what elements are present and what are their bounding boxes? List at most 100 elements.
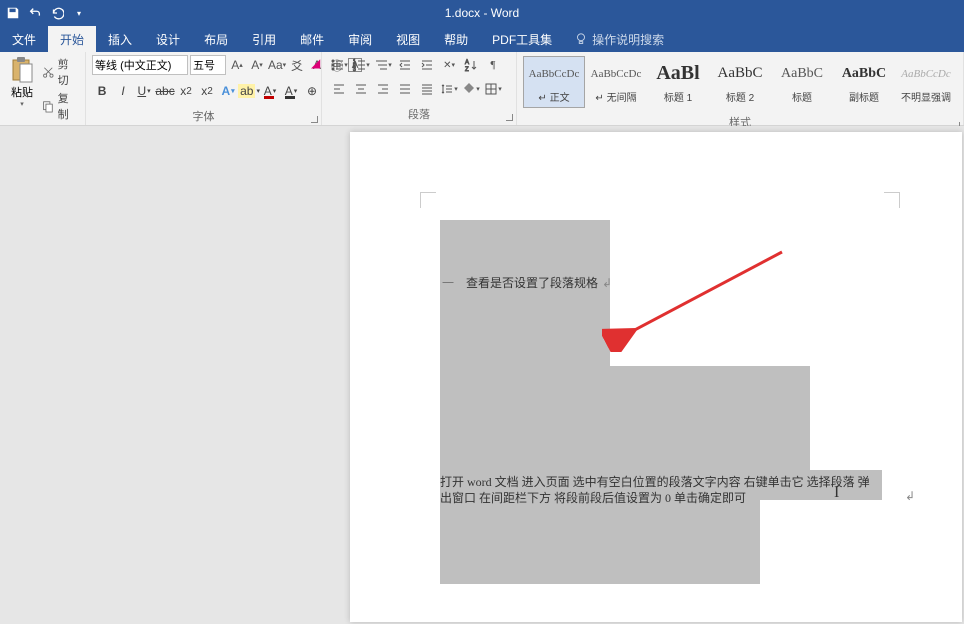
copy-button[interactable]: 复制 [42, 90, 79, 122]
enclose-char-button[interactable]: ⊕ [302, 80, 322, 102]
bold-button[interactable]: B [92, 80, 112, 102]
highlight-button[interactable]: ab▾ [239, 80, 259, 102]
tell-me-search[interactable]: 操作说明搜索 [564, 26, 664, 52]
group-styles: AaBbCcDc ↵ 正文 AaBbCcDc ↵ 无间隔 AaBl 标题 1 AaBbC 标题… [517, 52, 964, 125]
window-title: 1.docx - Word [445, 6, 519, 20]
page[interactable]: 一 查看是否设置了段落规格↲ 打开 word 文档 进入页面 选中有空白位置的段… [350, 132, 962, 622]
font-name-select[interactable] [92, 55, 188, 75]
shading-button[interactable]: ▾ [460, 79, 482, 99]
phonetic-guide-button[interactable]: 爻 [288, 55, 306, 75]
superscript-button[interactable]: x2 [197, 80, 217, 102]
indent-increase-button[interactable] [416, 55, 438, 75]
subscript-button[interactable]: x2 [176, 80, 196, 102]
style-0[interactable]: AaBbCcDc ↵ 正文 [523, 56, 585, 108]
font-color-button[interactable]: A▾ [260, 80, 280, 102]
doc-line: 查看是否设置了段落规格↲ [466, 274, 612, 291]
align-left-button[interactable] [328, 79, 350, 99]
style-label: 标题 2 [726, 89, 754, 104]
cut-button[interactable]: 剪切 [42, 56, 79, 88]
align-distribute-button[interactable] [416, 79, 438, 99]
align-justify-button[interactable] [394, 79, 416, 99]
ribbon: 粘贴 ▾ 剪切 复制 格式刷 剪贴板 A▴ A▾ Aa▾ 爻 A◢ ㊥ A [0, 52, 964, 126]
svg-text:A: A [465, 60, 469, 66]
style-1[interactable]: AaBbCcDc ↵ 无间隔 [585, 56, 647, 108]
style-preview: AaBbC [842, 61, 886, 87]
scissors-icon [42, 66, 55, 79]
style-6[interactable]: AaBbCcDc 不明显强调 [895, 56, 957, 108]
document-area[interactable]: 一 查看是否设置了段落规格↲ 打开 word 文档 进入页面 选中有空白位置的段… [0, 126, 964, 624]
style-label: ↵ 正文 [538, 89, 569, 104]
text-cursor-icon: I [834, 484, 839, 502]
style-preview: AaBbCcDc [591, 61, 642, 87]
align-right-button[interactable] [372, 79, 394, 99]
char-shading-button[interactable]: A▾ [281, 80, 301, 102]
doc-line: 打开 word 文档 进入页面 选中有空白位置的段落文字内容 右键单击它 选择段… [440, 473, 870, 490]
indent-decrease-button[interactable] [394, 55, 416, 75]
ribbon-tabs: 文件 开始 插入 设计 布局 引用 邮件 审阅 视图 帮助 PDF工具集 操作说… [0, 26, 964, 52]
show-marks-button[interactable]: ¶ [482, 55, 504, 75]
group-paragraph: ▾ 123▾ ▾ ✕▾ AZ ¶ ▾ ▾ ▾ 段落 [322, 52, 517, 125]
underline-button[interactable]: U▾ [134, 80, 154, 102]
save-icon[interactable] [6, 6, 20, 20]
style-label: ↵ 无间隔 [595, 89, 636, 104]
tab-review[interactable]: 审阅 [336, 26, 384, 52]
group-font: A▴ A▾ Aa▾ 爻 A◢ ㊥ A B I U▾ abc x2 x2 A▾ a… [86, 52, 322, 125]
tab-file[interactable]: 文件 [0, 26, 48, 52]
strike-button[interactable]: abc [155, 80, 175, 102]
tab-insert[interactable]: 插入 [96, 26, 144, 52]
style-preview: AaBbCcDc [901, 61, 950, 87]
shrink-font-button[interactable]: A▾ [248, 55, 266, 75]
margin-mark-tl [420, 192, 436, 208]
selection-block [440, 220, 610, 366]
tab-mailings[interactable]: 邮件 [288, 26, 336, 52]
tab-help[interactable]: 帮助 [432, 26, 480, 52]
copy-icon [42, 100, 55, 113]
style-preview: AaBbCcDc [529, 61, 580, 87]
line-spacing-button[interactable]: ▾ [438, 79, 460, 99]
paste-button[interactable]: 粘贴 ▾ [4, 54, 40, 110]
borders-button[interactable]: ▾ [482, 79, 504, 99]
redo-icon[interactable] [50, 6, 64, 20]
grow-font-button[interactable]: A▴ [228, 55, 246, 75]
font-size-select[interactable] [190, 55, 226, 75]
group-label-paragraph: 段落 [322, 104, 516, 125]
paragraph-mark-icon: ↲ [905, 489, 915, 504]
style-label: 标题 [792, 89, 812, 104]
multilevel-button[interactable]: ▾ [372, 55, 394, 75]
tab-layout[interactable]: 布局 [192, 26, 240, 52]
tab-view[interactable]: 视图 [384, 26, 432, 52]
style-2[interactable]: AaBl 标题 1 [647, 56, 709, 108]
svg-text:Z: Z [465, 67, 469, 72]
group-clipboard: 粘贴 ▾ 剪切 复制 格式刷 剪贴板 [0, 52, 86, 125]
style-label: 副标题 [849, 89, 879, 104]
text-direction-button[interactable]: ✕▾ [438, 55, 460, 75]
doc-bullet: 一 [442, 274, 454, 291]
bullets-button[interactable]: ▾ [328, 55, 350, 75]
style-label: 不明显强调 [901, 89, 951, 104]
style-label: 标题 1 [664, 89, 692, 104]
tab-home[interactable]: 开始 [48, 26, 96, 52]
tab-pdf[interactable]: PDF工具集 [480, 26, 564, 52]
tab-design[interactable]: 设计 [144, 26, 192, 52]
margin-mark-tr [884, 192, 900, 208]
style-preview: AaBbC [781, 61, 823, 87]
italic-button[interactable]: I [113, 80, 133, 102]
change-case-button[interactable]: Aa▾ [268, 55, 286, 75]
selection-block [440, 366, 810, 470]
tab-references[interactable]: 引用 [240, 26, 288, 52]
style-4[interactable]: AaBbC 标题 [771, 56, 833, 108]
sort-button[interactable]: AZ [460, 55, 482, 75]
style-preview: AaBl [656, 61, 699, 87]
numbering-button[interactable]: 123▾ [350, 55, 372, 75]
group-label-font: 字体 [86, 106, 321, 127]
style-3[interactable]: AaBbC 标题 2 [709, 56, 771, 108]
style-preview: AaBbC [718, 61, 763, 87]
undo-icon[interactable] [28, 6, 42, 20]
text-effects-button[interactable]: A▾ [218, 80, 238, 102]
align-center-button[interactable] [350, 79, 372, 99]
selection-block [440, 500, 760, 584]
annotation-arrow [602, 242, 802, 352]
style-5[interactable]: AaBbC 副标题 [833, 56, 895, 108]
doc-line: 出窗口 在间距栏下方 将段前段后值设置为 0 单击确定即可 [440, 489, 746, 506]
qat-dropdown-icon[interactable]: ▾ [72, 6, 86, 20]
